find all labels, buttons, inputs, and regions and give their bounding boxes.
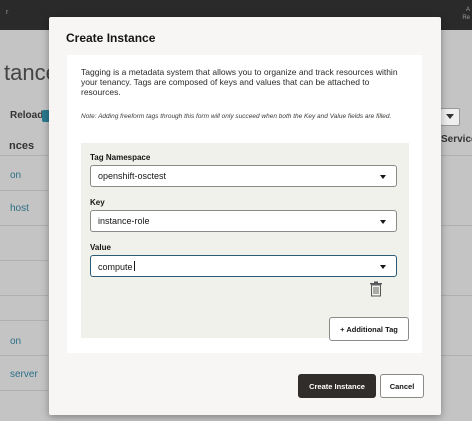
tagging-note: Note: Adding freeform tags through this …	[81, 113, 392, 120]
filter-dropdown[interactable]	[440, 108, 460, 126]
create-instance-dialog: Create Instance Tagging is a metadata sy…	[49, 17, 441, 415]
chevron-down-icon	[380, 265, 386, 269]
chevron-down-icon	[380, 220, 386, 224]
tag-namespace-select[interactable]: openshift-osctest	[90, 165, 397, 187]
chevron-down-icon	[380, 175, 386, 179]
row-divider	[440, 225, 472, 226]
value-text: compute	[98, 262, 133, 272]
table-header: nces	[9, 140, 35, 152]
row-divider	[0, 320, 48, 321]
additional-tag-button[interactable]: + Additional Tag	[329, 317, 409, 341]
create-instance-button[interactable]: Create Instance	[298, 374, 376, 398]
row-divider	[0, 355, 48, 356]
key-select[interactable]: instance-role	[90, 210, 397, 232]
key-label: Key	[90, 198, 105, 207]
topbar-right-text: A Re	[462, 7, 470, 21]
trash-icon[interactable]	[369, 281, 383, 297]
table-row-link[interactable]: on	[10, 336, 21, 347]
tagging-panel: Tagging is a metadata system that allows…	[67, 55, 422, 353]
table-row-link[interactable]: host	[10, 203, 29, 214]
row-divider	[440, 155, 472, 156]
row-divider	[0, 390, 48, 391]
row-divider	[440, 295, 472, 296]
text-cursor	[133, 261, 135, 271]
table-row-link[interactable]: server	[10, 369, 38, 380]
tag-entry: Tag Namespace openshift-osctest Key inst…	[81, 143, 409, 338]
tag-namespace-value: openshift-osctest	[98, 171, 167, 181]
row-divider	[0, 155, 48, 156]
table-row-link[interactable]: on	[10, 170, 21, 181]
row-divider	[0, 260, 48, 261]
chevron-down-icon	[446, 114, 454, 119]
reload-button[interactable]: Reload	[10, 110, 43, 121]
service-column-header: Service	[441, 134, 472, 145]
key-value: instance-role	[98, 216, 150, 226]
row-divider	[0, 295, 48, 296]
row-divider	[440, 355, 472, 356]
row-divider	[0, 225, 48, 226]
dialog-title: Create Instance	[66, 31, 156, 45]
value-label: Value	[90, 243, 111, 252]
tagging-description: Tagging is a metadata system that allows…	[81, 67, 398, 97]
tag-namespace-label: Tag Namespace	[90, 153, 151, 162]
row-divider	[0, 190, 48, 191]
topbar-left-text: r	[6, 9, 9, 16]
cancel-button[interactable]: Cancel	[380, 374, 424, 398]
value-input[interactable]: compute	[90, 255, 397, 277]
